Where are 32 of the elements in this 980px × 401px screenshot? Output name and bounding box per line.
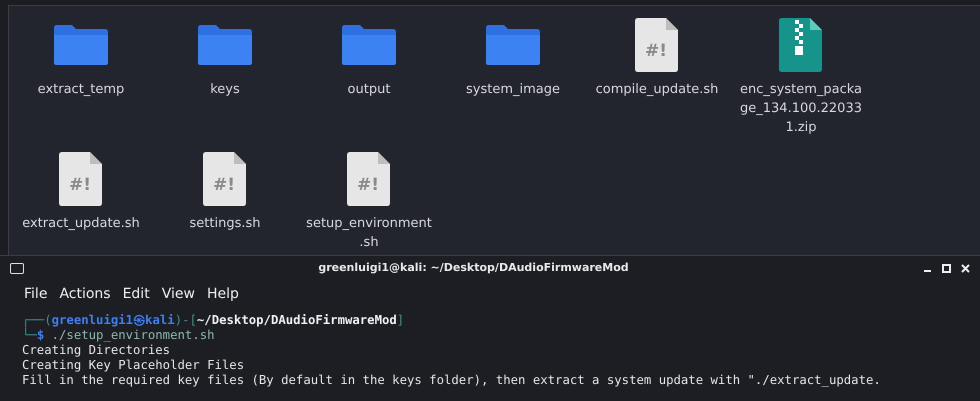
file-name[interactable]: extract_update.sh <box>17 214 145 233</box>
folder-icon <box>196 24 254 66</box>
folder-icon <box>484 24 542 66</box>
folder-icon <box>52 24 110 66</box>
script-file-icon: #! <box>59 152 103 206</box>
terminal-icon <box>10 263 24 274</box>
terminal-line: ┌──(greenluigi1㉿kali)-[~/Desktop/DAudioFirmwareMod] <box>22 313 406 328</box>
file-name[interactable]: enc_system_package_134.100.220331.zip <box>737 80 865 137</box>
menu-item[interactable]: Actions <box>55 284 115 304</box>
file-name[interactable]: keys <box>161 80 289 99</box>
menu-item[interactable]: File <box>20 284 52 304</box>
file-name[interactable]: system_image <box>449 80 577 99</box>
maximize-button[interactable] <box>942 264 951 273</box>
menu-item[interactable]: Help <box>202 284 243 304</box>
window-title: greenluigi1@kali: ~/Desktop/DAudioFirmwareMod <box>317 260 630 276</box>
file-name[interactable]: compile_update.sh <box>593 80 721 99</box>
close-button[interactable] <box>961 264 970 273</box>
folder-icon <box>340 24 398 66</box>
file-name[interactable]: extract_temp <box>17 80 145 99</box>
menu-item[interactable]: Edit <box>118 284 154 304</box>
menu-item[interactable]: View <box>158 284 199 304</box>
terminal-line: Creating Directories <box>22 343 172 358</box>
terminal-line: Fill in the required key files (By default in the keys folder), then extract a system update with "./extract_update. <box>22 373 882 388</box>
terminal-line: └─$ ./setup_environment.sh <box>22 328 216 343</box>
file-name[interactable]: output <box>305 80 433 99</box>
zip-file-icon <box>779 18 823 72</box>
terminal-line: Creating Key Placeholder Files <box>22 358 246 373</box>
file-name[interactable]: setup_environment.sh <box>305 214 433 252</box>
script-file-icon: #! <box>347 152 391 206</box>
script-file-icon: #! <box>635 18 679 72</box>
file-name[interactable]: settings.sh <box>161 214 289 233</box>
script-file-icon: #! <box>203 152 247 206</box>
